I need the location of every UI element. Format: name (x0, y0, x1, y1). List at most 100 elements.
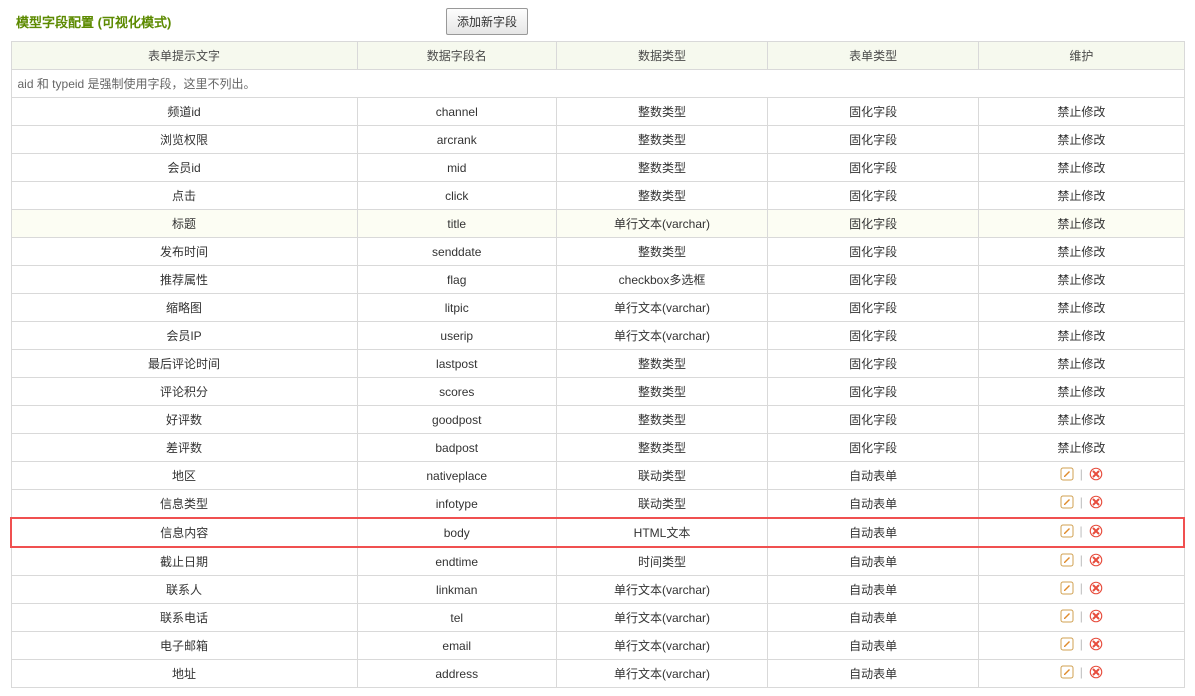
cell-label: 会员IP (11, 322, 357, 350)
delete-icon[interactable] (1089, 581, 1103, 595)
table-row: 标题title单行文本(varchar)固化字段禁止修改 (11, 210, 1184, 238)
separator: | (1080, 524, 1083, 538)
no-modify-text: 禁止修改 (1057, 357, 1105, 371)
action-icons: | (1060, 495, 1103, 509)
cell-field: lastpost (357, 350, 556, 378)
delete-icon[interactable] (1089, 495, 1103, 509)
cell-dtype: 联动类型 (556, 490, 767, 519)
cell-dtype: 联动类型 (556, 462, 767, 490)
cell-label: 电子邮箱 (11, 632, 357, 660)
cell-field: userip (357, 322, 556, 350)
cell-dtype: 整数类型 (556, 154, 767, 182)
cell-label: 浏览权限 (11, 126, 357, 154)
edit-icon[interactable] (1060, 581, 1074, 595)
add-field-button[interactable]: 添加新字段 (446, 8, 528, 35)
cell-field: goodpost (357, 406, 556, 434)
separator: | (1080, 495, 1083, 509)
cell-maintain: 禁止修改 (979, 266, 1184, 294)
edit-icon[interactable] (1060, 665, 1074, 679)
table-row: 截止日期endtime时间类型自动表单| (11, 547, 1184, 576)
cell-field: arcrank (357, 126, 556, 154)
cell-ftype: 自动表单 (768, 604, 979, 632)
no-modify-text: 禁止修改 (1057, 441, 1105, 455)
separator: | (1080, 581, 1083, 595)
cell-maintain: | (979, 462, 1184, 490)
table-row: 电子邮箱email单行文本(varchar)自动表单| (11, 632, 1184, 660)
cell-maintain: 禁止修改 (979, 238, 1184, 266)
delete-icon[interactable] (1089, 467, 1103, 481)
action-icons: | (1060, 609, 1103, 623)
edit-icon[interactable] (1060, 553, 1074, 567)
table-row: 缩略图litpic单行文本(varchar)固化字段禁止修改 (11, 294, 1184, 322)
cell-dtype: 单行文本(varchar) (556, 294, 767, 322)
table-row: 浏览权限arcrank整数类型固化字段 禁止修改 (11, 126, 1184, 154)
cell-ftype: 自动表单 (768, 518, 979, 547)
edit-icon[interactable] (1060, 467, 1074, 481)
cell-maintain: 禁止修改 (979, 210, 1184, 238)
action-icons: | (1060, 524, 1103, 538)
cell-dtype: 整数类型 (556, 182, 767, 210)
cell-ftype: 固化字段 (768, 98, 979, 126)
cell-field: nativeplace (357, 462, 556, 490)
cell-maintain: | (979, 576, 1184, 604)
cell-label: 好评数 (11, 406, 357, 434)
cell-field: litpic (357, 294, 556, 322)
fields-table-wrap: 表单提示文字 数据字段名 数据类型 表单类型 维护 aid 和 typeid 是… (10, 41, 1185, 688)
cell-dtype: 单行文本(varchar) (556, 210, 767, 238)
edit-icon[interactable] (1060, 524, 1074, 538)
action-icons: | (1060, 467, 1103, 481)
cell-ftype: 固化字段 (768, 238, 979, 266)
table-row: 地址address单行文本(varchar)自动表单| (11, 660, 1184, 688)
no-modify-text: 禁止修改 (1057, 189, 1105, 203)
cell-field: click (357, 182, 556, 210)
cell-label: 最后评论时间 (11, 350, 357, 378)
cell-ftype: 固化字段 (768, 266, 979, 294)
edit-icon[interactable] (1060, 637, 1074, 651)
cell-dtype: 整数类型 (556, 126, 767, 154)
cell-label: 发布时间 (11, 238, 357, 266)
col-label: 表单提示文字 (11, 42, 357, 70)
table-row: 会员idmid整数类型固化字段禁止修改 (11, 154, 1184, 182)
cell-dtype: 时间类型 (556, 547, 767, 576)
cell-dtype: HTML文本 (556, 518, 767, 547)
delete-icon[interactable] (1089, 609, 1103, 623)
delete-icon[interactable] (1089, 524, 1103, 538)
separator: | (1080, 637, 1083, 651)
cell-label: 信息类型 (11, 490, 357, 519)
edit-icon[interactable] (1060, 609, 1074, 623)
cell-label: 缩略图 (11, 294, 357, 322)
edit-icon[interactable] (1060, 495, 1074, 509)
table-row: 频道idchannel整数类型固化字段禁止修改 (11, 98, 1184, 126)
cell-ftype: 自动表单 (768, 632, 979, 660)
cell-dtype: 整数类型 (556, 238, 767, 266)
cell-field: endtime (357, 547, 556, 576)
cell-ftype: 固化字段 (768, 126, 979, 154)
cell-ftype: 固化字段 (768, 406, 979, 434)
cell-field: tel (357, 604, 556, 632)
cell-field: scores (357, 378, 556, 406)
delete-icon[interactable] (1089, 665, 1103, 679)
no-modify-text: 禁止修改 (1057, 133, 1105, 147)
cell-field: address (357, 660, 556, 688)
cell-field: infotype (357, 490, 556, 519)
cell-maintain: | (979, 604, 1184, 632)
table-row: 发布时间senddate整数类型固化字段禁止修改 (11, 238, 1184, 266)
action-icons: | (1060, 637, 1103, 651)
delete-icon[interactable] (1089, 637, 1103, 651)
cell-ftype: 固化字段 (768, 294, 979, 322)
cell-dtype: 单行文本(varchar) (556, 576, 767, 604)
action-icons: | (1060, 581, 1103, 595)
col-field: 数据字段名 (357, 42, 556, 70)
cell-maintain: | (979, 547, 1184, 576)
col-maintain: 维护 (979, 42, 1184, 70)
cell-field: email (357, 632, 556, 660)
cell-ftype: 固化字段 (768, 322, 979, 350)
no-modify-text: 禁止修改 (1057, 273, 1105, 287)
cell-label: 地区 (11, 462, 357, 490)
separator: | (1080, 665, 1083, 679)
cell-ftype: 自动表单 (768, 490, 979, 519)
no-modify-text: 禁止修改 (1057, 105, 1105, 119)
cell-ftype: 固化字段 (768, 378, 979, 406)
delete-icon[interactable] (1089, 553, 1103, 567)
cell-ftype: 自动表单 (768, 547, 979, 576)
